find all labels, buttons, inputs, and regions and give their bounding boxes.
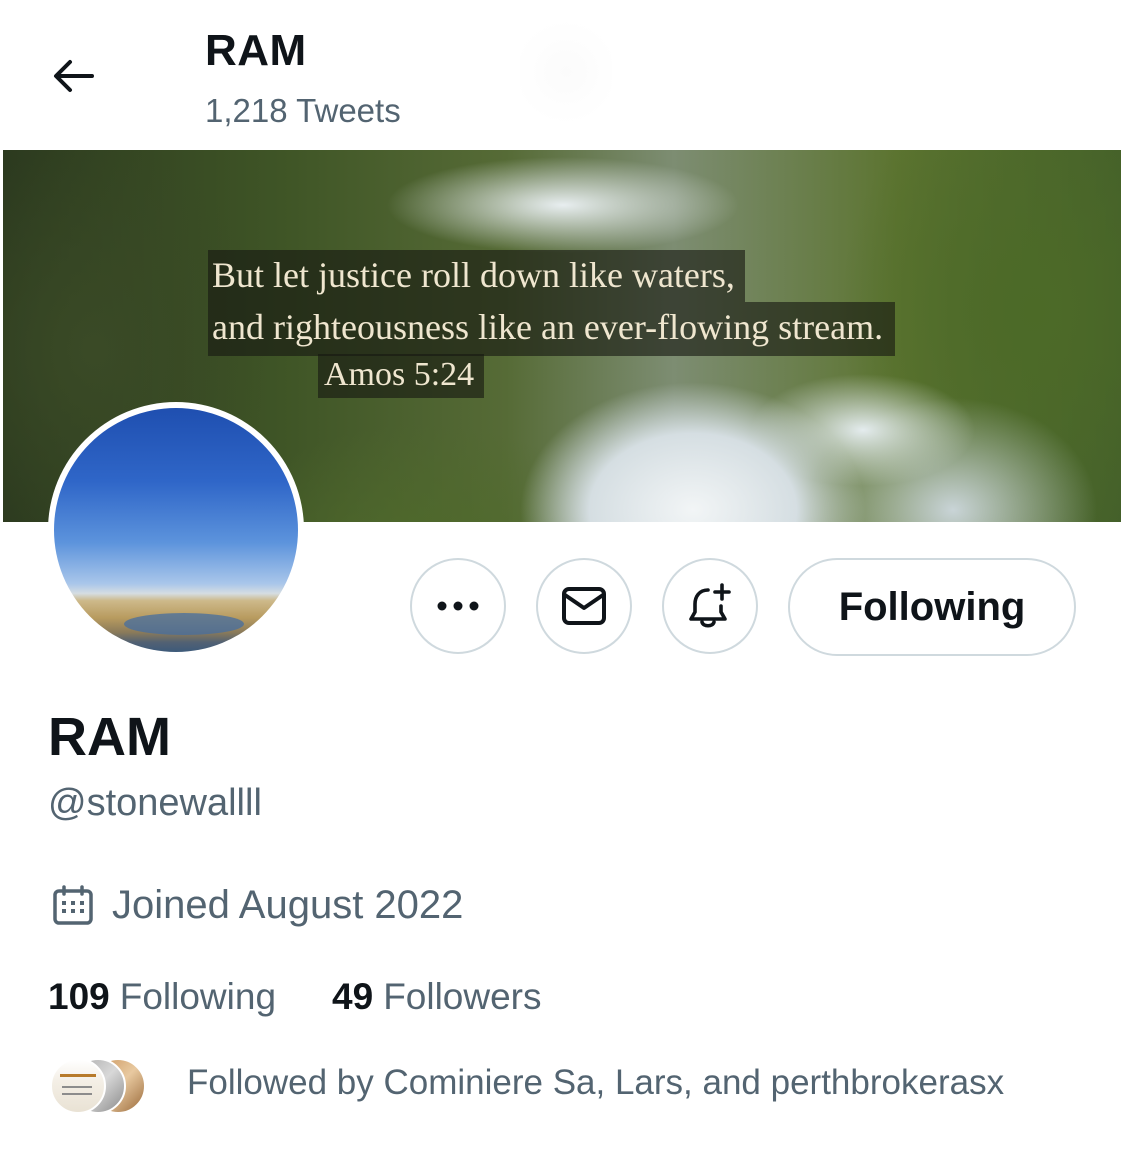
more-options-button[interactable]	[410, 558, 506, 654]
avatar-image	[54, 408, 298, 652]
profile-name: RAM	[48, 707, 171, 767]
following-button[interactable]: Following	[788, 558, 1076, 656]
follower-avatar	[50, 1058, 106, 1114]
profile-handle: @stonewallll	[48, 782, 262, 824]
header-tweet-count: 1,218 Tweets	[205, 92, 401, 129]
followed-by-avatars[interactable]	[50, 1058, 146, 1116]
followers-label: Followers	[383, 976, 542, 1017]
more-icon	[437, 601, 479, 611]
profile-avatar[interactable]	[48, 402, 304, 658]
message-button[interactable]	[536, 558, 632, 654]
calendar-icon	[53, 885, 93, 925]
bell-plus-icon	[689, 583, 731, 628]
banner-quote-line1: But let justice roll down like waters,	[208, 250, 745, 302]
notifications-button[interactable]	[662, 558, 758, 654]
following-count: 109	[48, 976, 110, 1017]
following-label: Following	[119, 976, 277, 1017]
followers-stat-link[interactable]: 49 Followers	[332, 976, 541, 1018]
envelope-icon	[562, 587, 606, 625]
banner-quote-reference: Amos 5:24	[318, 354, 485, 398]
followed-by-text[interactable]: Followed by Cominiere Sa, Lars, and pert…	[187, 1063, 1004, 1103]
following-stat-link[interactable]: 109 Following	[48, 976, 276, 1018]
joined-date: Joined August 2022	[112, 883, 464, 927]
profile-stats: 109 Following 49 Followers	[48, 976, 542, 1018]
arrow-left-icon	[54, 60, 94, 92]
back-button[interactable]	[40, 44, 108, 108]
header-title: RAM	[205, 26, 307, 75]
banner-quote-line2: and righteousness like an ever-flowing s…	[208, 302, 896, 356]
followers-count: 49	[332, 976, 374, 1017]
faded-overlay	[520, 12, 612, 132]
